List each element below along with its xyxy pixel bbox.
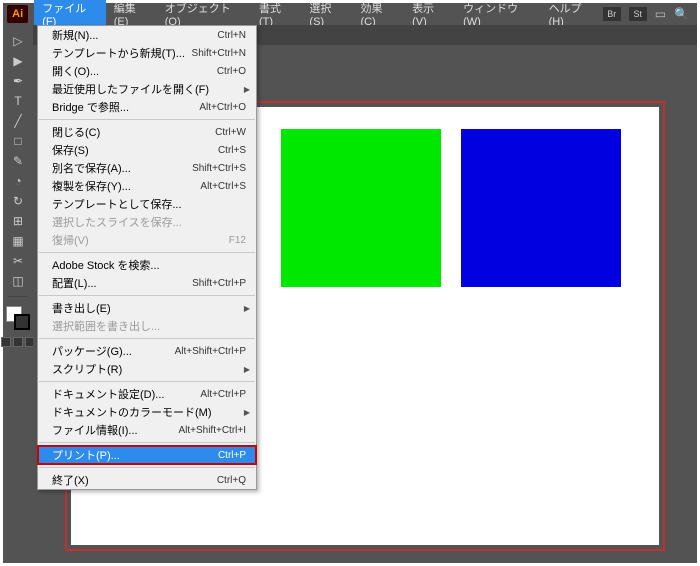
file-menu-item-15[interactable]: 配置(L)... Shift+Ctrl+P — [38, 274, 256, 292]
menu-item-label: 閉じる(C) — [52, 124, 100, 140]
file-menu-item-6[interactable]: 閉じる(C) Ctrl+W — [38, 123, 256, 141]
tool-2[interactable]: ✒ — [8, 71, 28, 91]
menubar: Ai ファイル(F)編集(E)オブジェクト(O)書式(T)選択(S)効果(C)表… — [3, 3, 697, 25]
tool-5[interactable]: □ — [8, 131, 28, 151]
file-menu-item-9[interactable]: 複製を保存(Y)... Alt+Ctrl+S — [38, 177, 256, 195]
menu-item-shortcut: Alt+Shift+Ctrl+P — [175, 346, 246, 357]
color-mode-buttons[interactable] — [1, 337, 35, 347]
menu-item-label: 新規(N)... — [52, 27, 98, 43]
menu-separator — [39, 295, 255, 296]
menu-separator — [39, 442, 255, 443]
menu-item-label: 復帰(V) — [52, 232, 89, 248]
bridge-badge[interactable]: Br — [603, 7, 621, 21]
menu-item-shortcut: F12 — [229, 235, 246, 246]
file-menu-item-20[interactable]: パッケージ(G)... Alt+Shift+Ctrl+P — [38, 342, 256, 360]
menu-item-shortcut: Ctrl+Q — [217, 475, 246, 486]
menu-separator — [39, 119, 255, 120]
menu-item-label: Adobe Stock を検索... — [52, 257, 160, 273]
menu-item-label: 別名で保存(A)... — [52, 160, 131, 176]
menu-item-shortcut: Ctrl+P — [218, 450, 246, 461]
file-menu-item-0[interactable]: 新規(N)... Ctrl+N — [38, 26, 256, 44]
menu-item-shortcut: Ctrl+W — [215, 127, 246, 138]
menu-item-shortcut: Alt+Ctrl+P — [200, 389, 246, 400]
menu-item-label: スクリプト(R) — [52, 361, 122, 377]
file-menu-item-8[interactable]: 別名で保存(A)... Shift+Ctrl+S — [38, 159, 256, 177]
menu-item-label: テンプレートから新規(T)... — [52, 45, 185, 61]
tool-10[interactable]: ▦ — [8, 231, 28, 251]
menu-separator — [39, 381, 255, 382]
menu-item-label: 最近使用したファイルを開く(F) — [52, 81, 209, 97]
file-menu-item-10[interactable]: テンプレートとして保存... — [38, 195, 256, 213]
menu-item-label: プリント(P)... — [52, 447, 120, 463]
file-menu-item-14[interactable]: Adobe Stock を検索... — [38, 256, 256, 274]
tool-3[interactable]: T — [8, 91, 28, 111]
menu-item-label: 複製を保存(Y)... — [52, 178, 131, 194]
file-menu-item-4[interactable]: Bridge で参照... Alt+Ctrl+O — [38, 98, 256, 116]
file-menu-item-21[interactable]: スクリプト(R) — [38, 360, 256, 378]
file-menu-item-3[interactable]: 最近使用したファイルを開く(F) — [38, 80, 256, 98]
file-menu-item-7[interactable]: 保存(S) Ctrl+S — [38, 141, 256, 159]
file-menu-item-25[interactable]: ファイル情報(I)... Alt+Shift+Ctrl+I — [38, 421, 256, 439]
tool-6[interactable]: ✎ — [8, 151, 28, 171]
tool-12[interactable]: ◫ — [8, 271, 28, 291]
menu-item-label: テンプレートとして保存... — [52, 196, 182, 212]
menu-item-label: 選択範囲を書き出し... — [52, 318, 160, 334]
menu-item-label: 配置(L)... — [52, 275, 97, 291]
green-square[interactable] — [281, 129, 441, 287]
file-menu-item-27[interactable]: プリント(P)... Ctrl+P — [38, 446, 256, 464]
menu-item-label: ドキュメント設定(D)... — [52, 386, 164, 402]
menu-item-label: 保存(S) — [52, 142, 89, 158]
file-menu-item-12: 復帰(V) F12 — [38, 231, 256, 249]
toolbox: ▷▶✒T╱□✎◔↻⊞▦✂◫ — [3, 25, 33, 347]
file-menu-item-11: 選択したスライスを保存... — [38, 213, 256, 231]
menu-item-label: ドキュメントのカラーモード(M) — [52, 404, 212, 420]
file-menu-dropdown: 新規(N)... Ctrl+N テンプレートから新規(T)... Shift+Ctrl… — [37, 25, 257, 490]
menu-separator — [39, 252, 255, 253]
menu-item-label: パッケージ(G)... — [52, 343, 132, 359]
file-menu-item-17[interactable]: 書き出し(E) — [38, 299, 256, 317]
menubar-right: Br St ▭ 🔍 — [603, 7, 697, 21]
menu-item-label: 書き出し(E) — [52, 300, 111, 316]
app-icon: Ai — [7, 5, 28, 23]
blue-square[interactable] — [461, 129, 621, 287]
file-menu-item-29[interactable]: 終了(X) Ctrl+Q — [38, 471, 256, 489]
tool-8[interactable]: ↻ — [8, 191, 28, 211]
menu-item-shortcut: Alt+Ctrl+O — [199, 102, 246, 113]
menu-item-label: 開く(O)... — [52, 63, 99, 79]
stock-badge[interactable]: St — [629, 7, 647, 21]
menu-item-shortcut: Alt+Ctrl+S — [200, 181, 246, 192]
file-menu-item-18: 選択範囲を書き出し... — [38, 317, 256, 335]
tool-1[interactable]: ▶ — [8, 51, 28, 71]
arrange-icon[interactable]: ▭ — [655, 7, 666, 21]
stroke-swatch[interactable] — [14, 314, 30, 330]
app-window: Ai ファイル(F)編集(E)オブジェクト(O)書式(T)選択(S)効果(C)表… — [3, 3, 697, 563]
file-menu-item-23[interactable]: ドキュメント設定(D)... Alt+Ctrl+P — [38, 385, 256, 403]
menu-separator — [39, 338, 255, 339]
search-icon[interactable]: 🔍 — [674, 7, 689, 21]
menu-item-shortcut: Shift+Ctrl+N — [192, 48, 246, 59]
menu-item-shortcut: Alt+Shift+Ctrl+I — [178, 425, 246, 436]
menu-item-shortcut: Ctrl+S — [218, 145, 246, 156]
menu-item-shortcut: Ctrl+N — [217, 30, 246, 41]
menu-item-label: 終了(X) — [52, 472, 89, 488]
tool-9[interactable]: ⊞ — [8, 211, 28, 231]
menu-item-shortcut: Shift+Ctrl+P — [192, 278, 246, 289]
tool-0[interactable]: ▷ — [8, 31, 28, 51]
menu-separator — [39, 467, 255, 468]
menu-item-label: Bridge で参照... — [52, 99, 129, 115]
menu-item-label: ファイル情報(I)... — [52, 422, 138, 438]
file-menu-item-1[interactable]: テンプレートから新規(T)... Shift+Ctrl+N — [38, 44, 256, 62]
tool-7[interactable]: ◔ — [8, 171, 28, 191]
fill-stroke-swatch[interactable] — [6, 306, 30, 330]
menu-item-label: 選択したスライスを保存... — [52, 214, 182, 230]
file-menu-item-24[interactable]: ドキュメントのカラーモード(M) — [38, 403, 256, 421]
tool-4[interactable]: ╱ — [8, 111, 28, 131]
tool-separator — [8, 296, 28, 297]
tool-11[interactable]: ✂ — [8, 251, 28, 271]
file-menu-item-2[interactable]: 開く(O)... Ctrl+O — [38, 62, 256, 80]
menu-item-shortcut: Ctrl+O — [217, 66, 246, 77]
menu-item-shortcut: Shift+Ctrl+S — [192, 163, 246, 174]
